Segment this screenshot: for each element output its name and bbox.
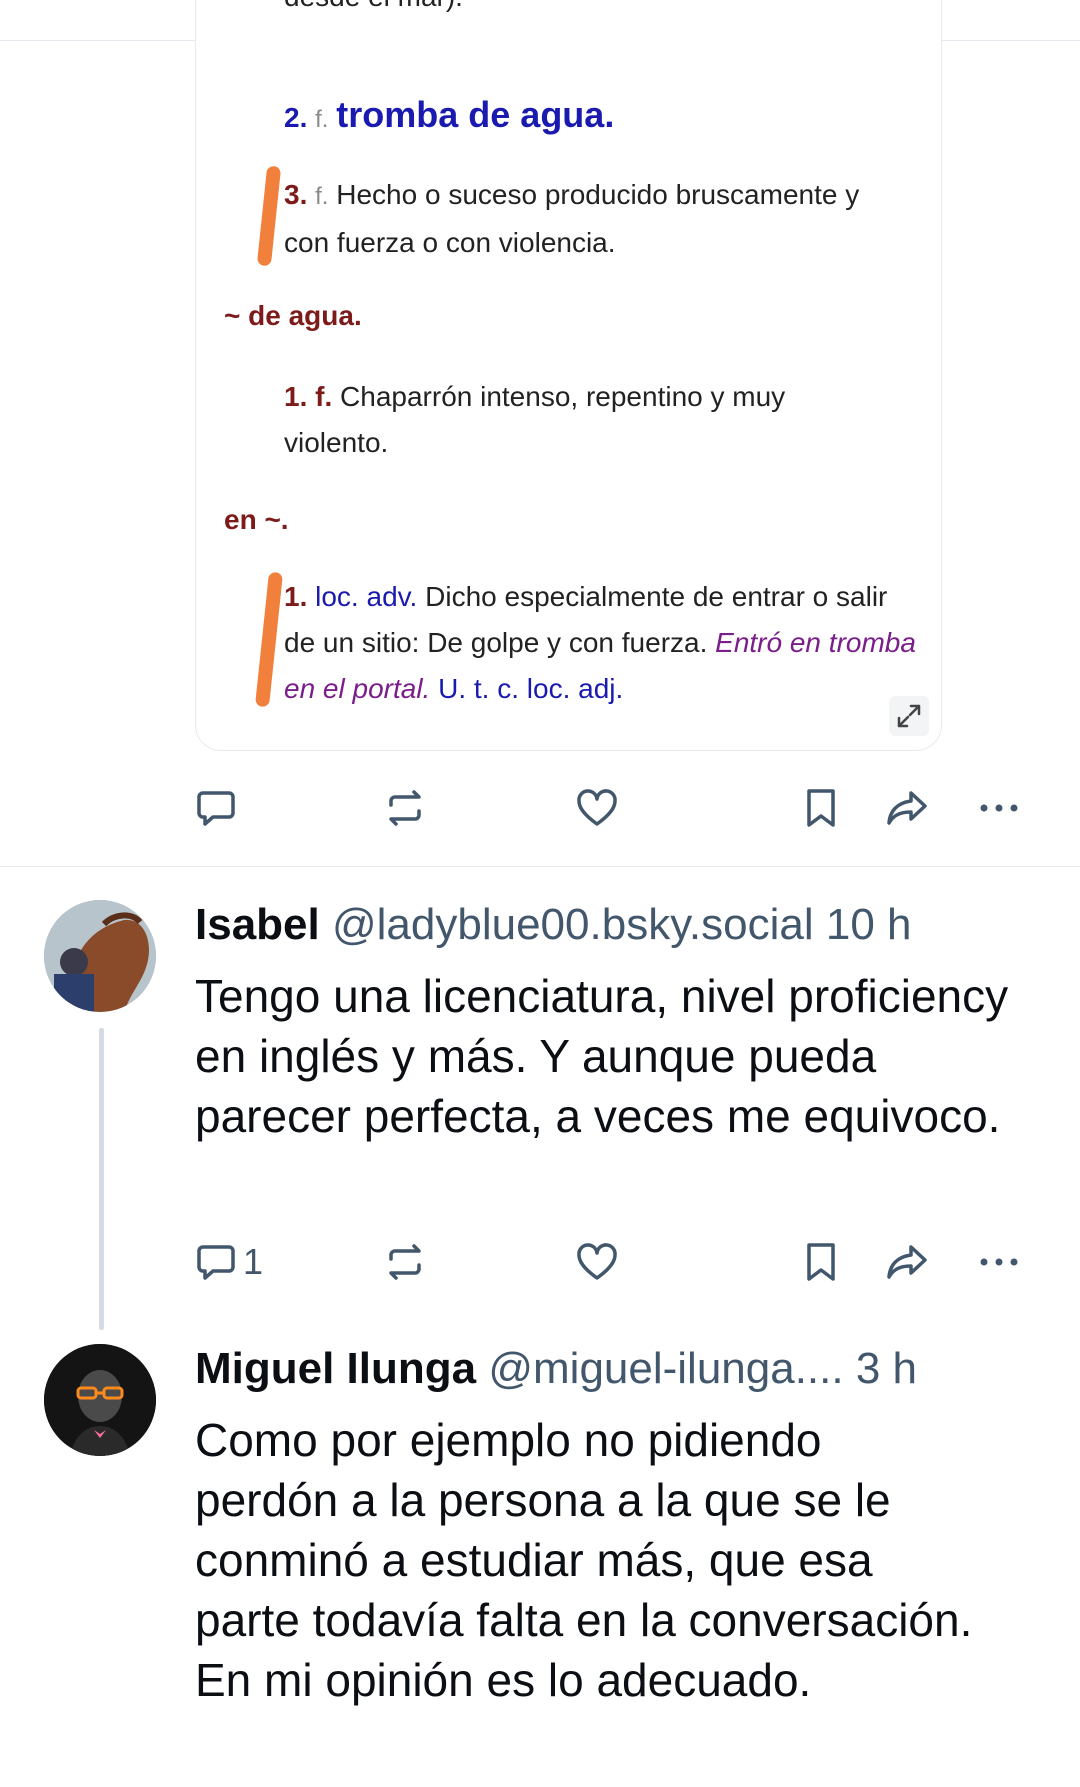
more-button[interactable] (977, 1232, 1021, 1292)
cut-off-text: desde el mar). (284, 0, 463, 13)
like-icon (577, 789, 617, 826)
more-icon (980, 1258, 1018, 1266)
author-handle[interactable]: @ladyblue00.bsky.social (332, 900, 814, 949)
reply-button[interactable]: 1 (195, 1232, 263, 1292)
bookmark-icon (807, 789, 835, 827)
repost-button[interactable] (383, 778, 427, 838)
subentry-1-sense: 1. f. Chaparrón intenso, repentino y muy… (284, 381, 786, 458)
avatar[interactable] (44, 900, 156, 1012)
highlight-mark (256, 165, 282, 267)
highlight-mark (254, 571, 284, 708)
repost-icon (389, 790, 421, 826)
avatar[interactable] (44, 1344, 156, 1456)
subentry-2-sense: 1. loc. adv. Dicho especialmente de entr… (284, 581, 916, 704)
reply-icon (197, 1245, 235, 1280)
sense-2: 2. f. tromba de agua. (284, 94, 615, 135)
bookmark-button[interactable] (803, 1232, 839, 1292)
post-text: Como por ejemplo no pidiendo perdón a la… (195, 1414, 973, 1706)
author-name[interactable]: Miguel Ilunga (195, 1344, 476, 1393)
share-icon (887, 791, 927, 825)
embedded-image-card[interactable]: desde el mar). 2. f. tromba de agua. 3. … (195, 0, 942, 751)
like-button[interactable] (575, 1232, 619, 1292)
post-time[interactable]: 10 h (826, 900, 912, 949)
sense-3: 3. f. Hecho o suceso producido bruscamen… (284, 179, 860, 258)
expand-icon[interactable] (889, 696, 929, 736)
more-button[interactable] (977, 778, 1021, 838)
subentry-title: ~ de agua. (224, 300, 362, 331)
share-button[interactable] (885, 778, 931, 838)
like-icon (577, 1243, 617, 1280)
post-header: Miguel Ilunga @miguel-ilunga.... 3 h (195, 1344, 917, 1394)
post-header: Isabel @ladyblue00.bsky.social 10 h (195, 900, 912, 950)
divider (0, 866, 1080, 867)
post-time[interactable]: 3 h (856, 1344, 917, 1393)
thread-line (99, 1028, 104, 1330)
post-actions: 1 (195, 1232, 1025, 1292)
repost-icon (389, 1244, 421, 1280)
repost-button[interactable] (383, 1232, 427, 1292)
author-handle[interactable]: @miguel-ilunga.... (488, 1344, 843, 1393)
post-actions (195, 778, 1025, 838)
more-icon (980, 804, 1018, 812)
reply-icon (197, 791, 235, 826)
subentry-title: en ~. (224, 504, 289, 535)
author-name[interactable]: Isabel (195, 900, 320, 949)
post-text: Tengo una licenciatura, nivel proficienc… (195, 970, 1009, 1142)
bookmark-icon (807, 1243, 835, 1281)
share-icon (887, 1245, 927, 1279)
reply-button[interactable] (195, 778, 237, 838)
share-button[interactable] (885, 1232, 931, 1292)
reply-count: 1 (243, 1241, 264, 1282)
bookmark-button[interactable] (803, 778, 839, 838)
like-button[interactable] (575, 778, 619, 838)
